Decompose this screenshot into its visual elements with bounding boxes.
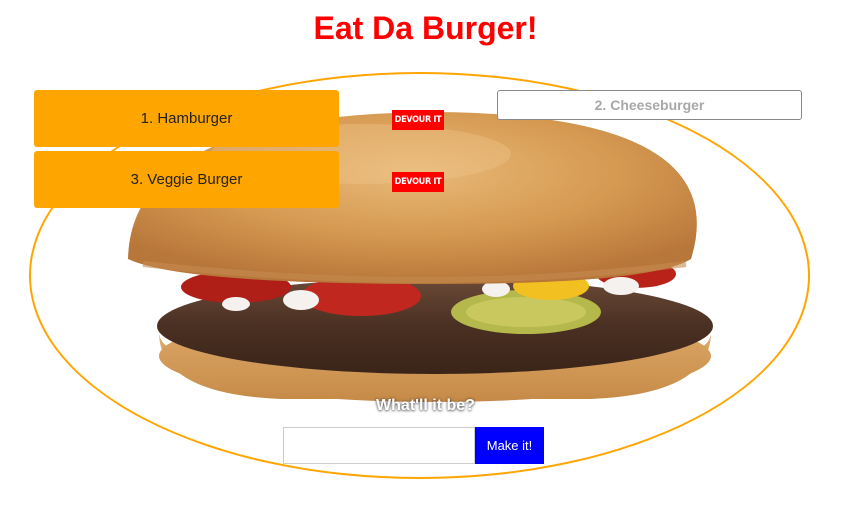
page: Eat Da Burger! 1. Hamburger DEVOUR IT 3.… [0,0,851,511]
menu-item-label: 3. Veggie Burger [130,171,243,188]
menu-item-veggie-burger[interactable]: 3. Veggie Burger [34,151,339,208]
devoured-item-label: 2. Cheeseburger [594,97,705,113]
burger-name-input[interactable] [283,427,475,464]
make-it-button[interactable]: Make it! [475,427,544,464]
menu-item-label: 1. Hamburger [140,110,233,127]
order-prompt: What'll it be? [376,397,475,414]
devoured-item-cheeseburger: 2. Cheeseburger [497,90,802,120]
devour-button-hamburger[interactable]: DEVOUR IT [392,110,444,130]
devour-button-veggie-burger[interactable]: DEVOUR IT [392,172,444,192]
menu-item-hamburger[interactable]: 1. Hamburger [34,90,339,147]
page-title: Eat Da Burger! [313,10,538,46]
